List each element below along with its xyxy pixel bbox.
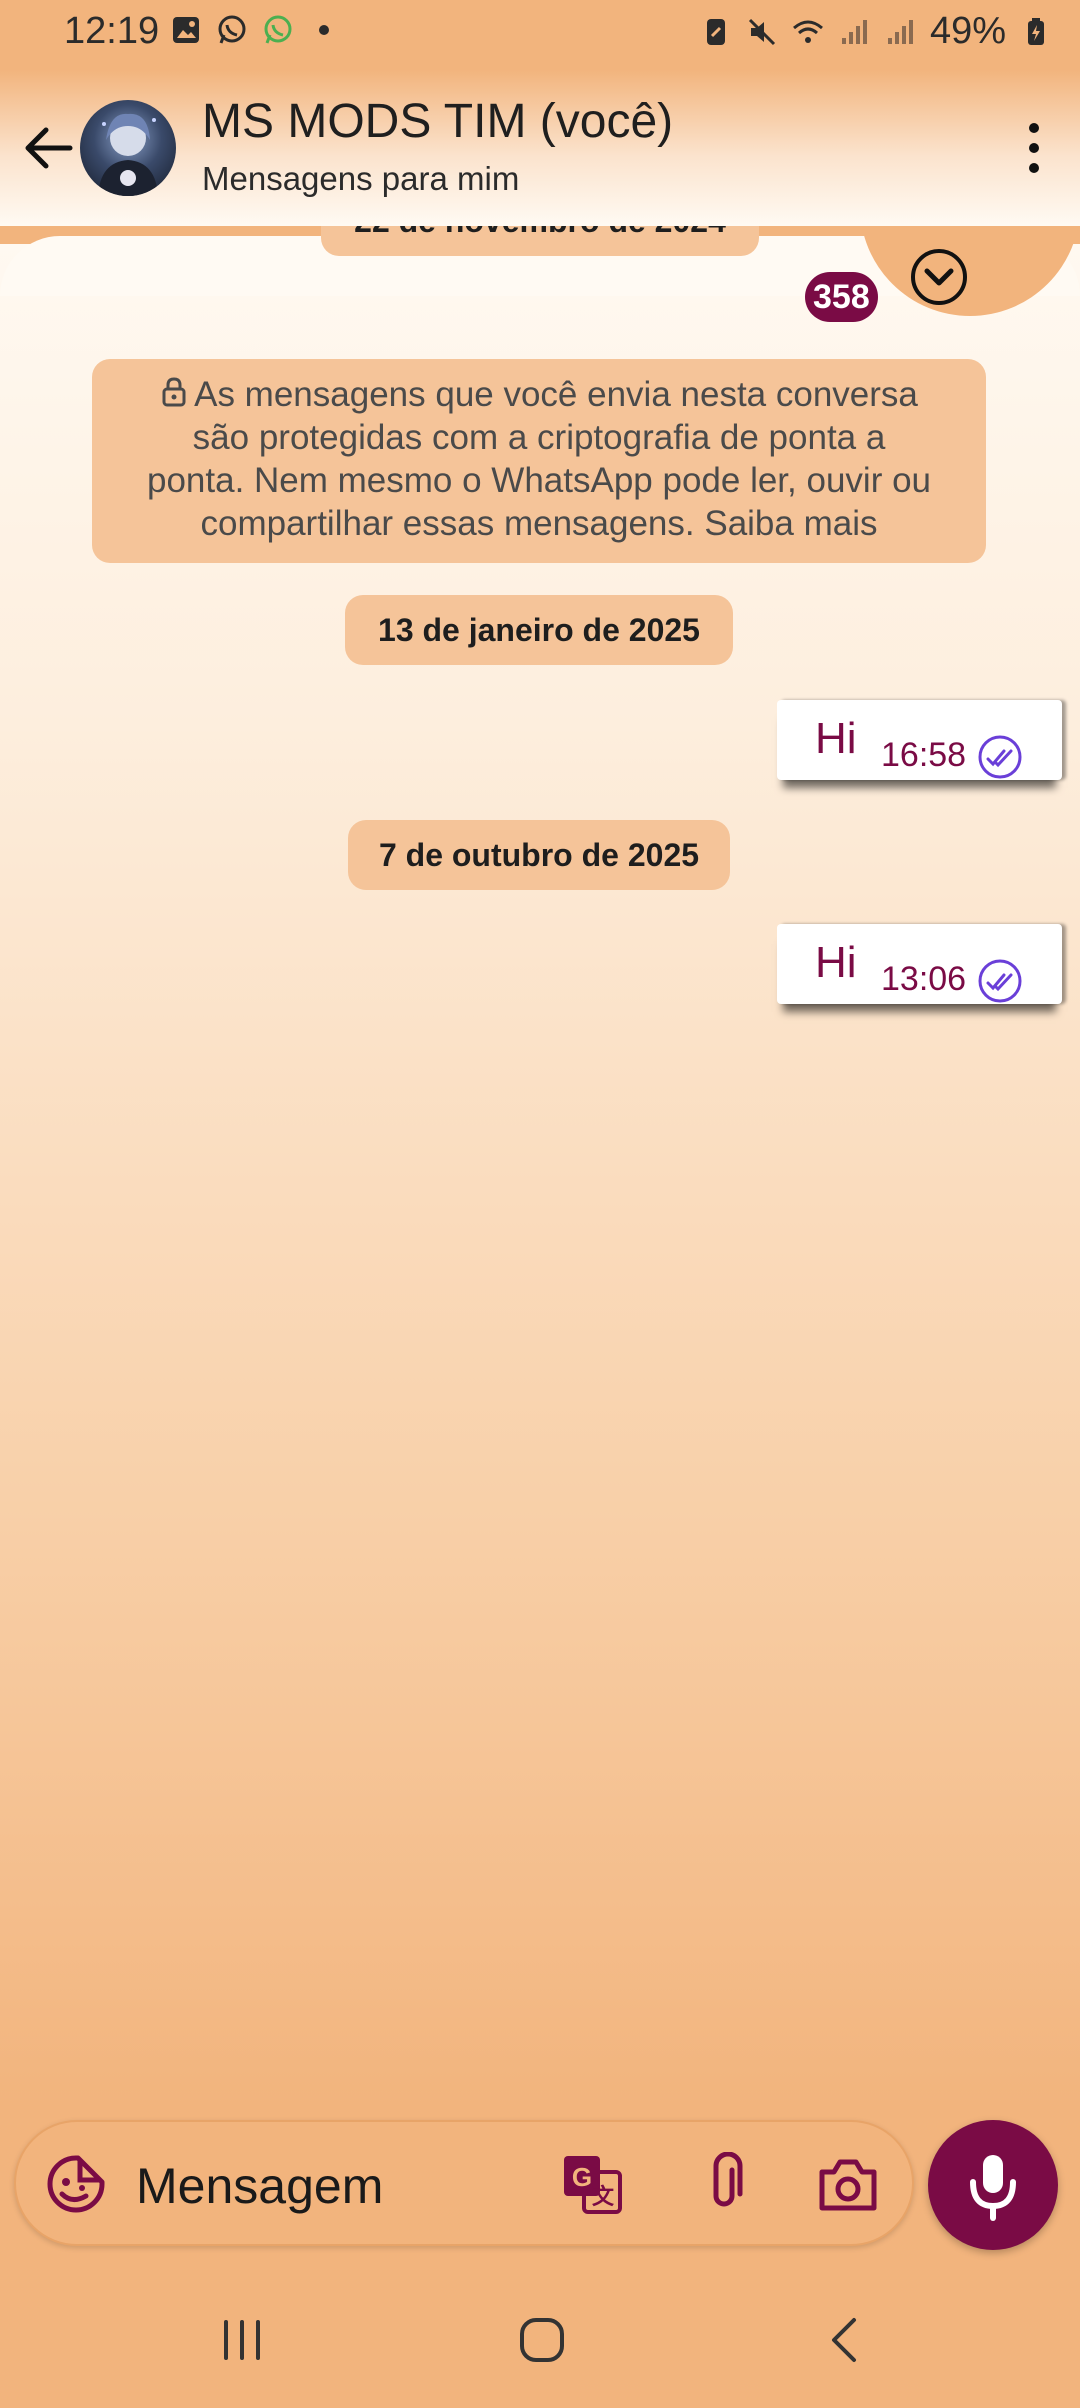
message-input[interactable] bbox=[134, 2150, 538, 2222]
voice-record-button[interactable] bbox=[928, 2120, 1058, 2250]
signal-icon bbox=[841, 19, 867, 44]
battery-icon bbox=[1028, 17, 1044, 45]
chat-area[interactable]: 22 de novembro de 2024 358 As mensagens … bbox=[0, 226, 1080, 2106]
encryption-notice[interactable]: As mensagens que você envia nesta conver… bbox=[92, 359, 986, 563]
mute-icon bbox=[748, 18, 775, 45]
system-icons: 49% bbox=[700, 10, 1052, 53]
avatar[interactable] bbox=[80, 100, 176, 196]
gallery-icon bbox=[173, 17, 199, 43]
date-label: 22 de novembro de 2024 bbox=[354, 226, 726, 239]
message-text: Hi bbox=[815, 938, 857, 987]
encryption-text-line1: As mensagens que você envia nesta conver… bbox=[194, 375, 918, 414]
lock-icon bbox=[162, 377, 186, 407]
contact-name[interactable]: MS MODS TIM (você) bbox=[202, 94, 673, 149]
back-arrow-icon[interactable] bbox=[14, 118, 84, 178]
recent-apps-icon[interactable] bbox=[212, 2310, 272, 2370]
whatsapp-green-icon bbox=[264, 15, 292, 44]
message-bubble[interactable]: Hi 13:06 bbox=[777, 924, 1062, 1004]
wifi-icon bbox=[792, 20, 823, 43]
unread-count-badge[interactable]: 358 bbox=[805, 272, 878, 322]
encryption-text-line2: são protegidas com a criptografia de pon… bbox=[192, 418, 886, 457]
date-separator: 22 de novembro de 2024 bbox=[321, 226, 759, 256]
status-time: 12:19 bbox=[64, 10, 160, 52]
system-navigation-bar bbox=[0, 2270, 1080, 2408]
message-text: Hi bbox=[815, 714, 857, 763]
svg-text:文: 文 bbox=[592, 2184, 615, 2209]
whatsapp-icon bbox=[218, 15, 246, 44]
date-label: 13 de janeiro de 2025 bbox=[378, 612, 700, 648]
svg-text:G: G bbox=[572, 2162, 592, 2192]
microphone-icon bbox=[970, 2155, 1016, 2221]
message-time: 13:06 bbox=[881, 960, 967, 998]
status-bar: 12:19 49% bbox=[0, 0, 1080, 70]
encryption-text-line4: compartilhar essas mensagens. Saiba mais bbox=[200, 504, 878, 543]
date-label: 7 de outubro de 2025 bbox=[378, 837, 700, 873]
message-time: 16:58 bbox=[881, 736, 967, 774]
more-options-icon[interactable] bbox=[1006, 116, 1062, 180]
chat-header: MS MODS TIM (você) Mensagens para mim bbox=[0, 70, 1080, 226]
camera-icon[interactable] bbox=[816, 2154, 880, 2214]
scroll-notch bbox=[860, 226, 1080, 316]
scroll-down-icon[interactable] bbox=[910, 248, 968, 306]
sticker-emoji-icon[interactable] bbox=[44, 2152, 108, 2216]
home-icon[interactable] bbox=[512, 2310, 572, 2370]
contact-status[interactable]: Mensagens para mim bbox=[202, 160, 519, 198]
read-receipt-icon bbox=[978, 735, 1022, 779]
notification-icons bbox=[170, 14, 340, 46]
battery-percent: 49% bbox=[929, 10, 1006, 52]
encryption-text-line3: ponta. Nem mesmo o WhatsApp pode ler, ou… bbox=[146, 461, 931, 500]
date-separator: 7 de outubro de 2025 bbox=[348, 820, 730, 890]
signal-icon bbox=[887, 19, 913, 44]
dot-icon bbox=[319, 25, 329, 35]
avatar-picture-icon bbox=[98, 113, 158, 196]
attach-icon[interactable] bbox=[692, 2152, 756, 2216]
translate-icon[interactable]: G 文 bbox=[560, 2152, 624, 2216]
date-separator: 13 de janeiro de 2025 bbox=[345, 595, 733, 665]
back-nav-icon[interactable] bbox=[816, 2310, 876, 2370]
message-composer: G 文 bbox=[14, 2120, 914, 2246]
read-receipt-icon bbox=[978, 959, 1022, 1003]
message-bubble[interactable]: Hi 16:58 bbox=[777, 700, 1062, 780]
nfc-icon bbox=[706, 18, 725, 45]
